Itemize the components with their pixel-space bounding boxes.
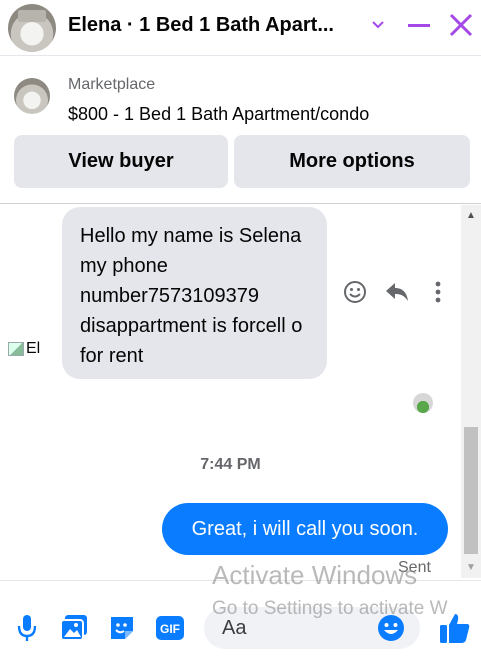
sender-avatar-alt: El xyxy=(26,340,41,357)
message-thread: Hello my name is Selena my phone number7… xyxy=(0,205,461,578)
sender-avatar: El xyxy=(8,340,40,358)
message-composer: GIF xyxy=(0,580,481,664)
marketplace-label: Marketplace xyxy=(68,76,156,93)
minimize-icon[interactable] xyxy=(404,10,434,40)
svg-text:GIF: GIF xyxy=(160,622,180,636)
scroll-up-arrow-icon[interactable]: ▲ xyxy=(461,205,481,225)
listing-title[interactable]: $800 - 1 Bed 1 Bath Apartment/condo xyxy=(68,104,369,125)
emoji-icon[interactable] xyxy=(342,279,368,305)
reply-icon[interactable] xyxy=(384,279,410,305)
incoming-message[interactable]: Hello my name is Selena my phone number7… xyxy=(62,207,327,379)
chevron-down-icon[interactable] xyxy=(363,10,393,40)
more-icon[interactable] xyxy=(425,279,451,305)
sticker-icon[interactable] xyxy=(107,613,137,643)
scroll-down-arrow-icon[interactable]: ▼ xyxy=(461,557,481,577)
listing-avatar[interactable] xyxy=(8,4,56,52)
outgoing-message[interactable]: Great, i will call you soon. xyxy=(162,503,448,555)
scroll-thumb[interactable] xyxy=(464,427,478,554)
image-icon[interactable] xyxy=(59,613,89,643)
listing-thumbnail[interactable] xyxy=(14,78,50,114)
scrollbar[interactable]: ▲ ▼ xyxy=(461,205,481,578)
close-icon[interactable] xyxy=(446,10,476,40)
seen-receipt-avatar xyxy=(413,393,433,413)
more-options-button[interactable]: More options xyxy=(234,135,470,188)
view-buyer-button[interactable]: View buyer xyxy=(14,135,228,188)
chat-title[interactable]: Elena · 1 Bed 1 Bath Apart... xyxy=(68,14,353,37)
like-icon[interactable] xyxy=(438,611,472,645)
message-timestamp: 7:44 PM xyxy=(200,456,261,473)
gif-icon[interactable]: GIF xyxy=(155,613,185,643)
broken-image-icon xyxy=(8,342,24,356)
marketplace-listing: Marketplace $800 - 1 Bed 1 Bath Apartmen… xyxy=(0,56,481,204)
mic-icon[interactable] xyxy=(12,613,42,643)
composer-emoji-icon[interactable] xyxy=(377,614,405,642)
chat-header: Elena · 1 Bed 1 Bath Apart... xyxy=(0,0,481,56)
sent-status: Sent xyxy=(398,559,431,576)
